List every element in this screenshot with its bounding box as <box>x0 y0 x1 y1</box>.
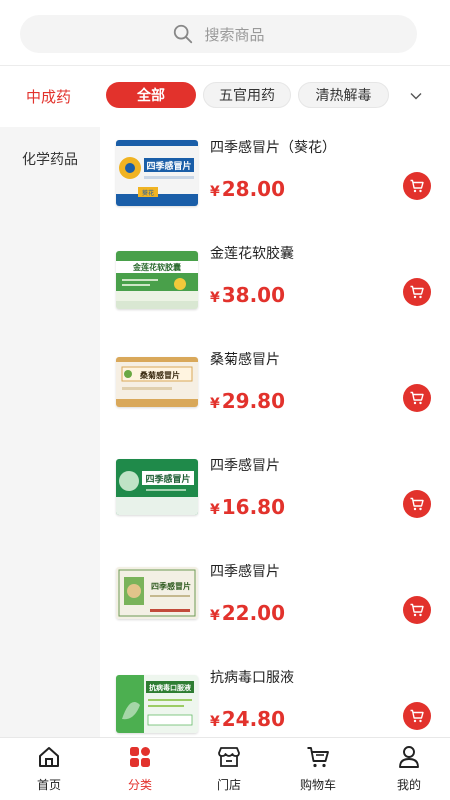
add-to-cart-button[interactable] <box>403 172 431 200</box>
cart-icon <box>410 391 424 405</box>
currency-symbol: ¥ <box>210 396 220 412</box>
product-price: ¥16.80 <box>210 495 285 519</box>
product-name: 四季感冒片（葵花） <box>210 140 336 156</box>
product-name: 四季感冒片 <box>210 564 280 580</box>
tab-profile[interactable]: 我的 <box>374 744 444 793</box>
cart-icon <box>307 747 329 768</box>
product-price: ¥24.80 <box>210 707 285 731</box>
package-label: 四季感冒片 <box>145 473 190 485</box>
cart-icon <box>410 285 424 299</box>
tab-label: 首页 <box>36 778 61 792</box>
chip-all[interactable]: 全部 <box>106 82 196 108</box>
home-icon <box>39 747 59 767</box>
cart-icon <box>410 497 424 511</box>
product-image: 金莲花软胶囊 <box>116 251 198 309</box>
product-price: ¥38.00 <box>210 283 285 307</box>
cart-icon <box>410 603 424 617</box>
sidebar-item-chemical-drugs[interactable]: 化学药品 <box>0 149 100 169</box>
category-filter-row: 中成药 全部 五官用药 清热解毒 <box>0 66 450 126</box>
price-value: 22.00 <box>221 601 286 625</box>
product-item[interactable]: 抗病毒口服液 抗病毒口服液 ¥24.80 <box>100 657 450 737</box>
category-sidebar: 化学药品 <box>0 127 100 737</box>
product-name: 金莲花软胶囊 <box>210 246 294 262</box>
current-category-label[interactable]: 中成药 <box>26 86 71 107</box>
product-item[interactable]: 桑菊感冒片 桑菊感冒片 ¥29.80 <box>100 339 450 445</box>
tab-label: 购物车 <box>299 778 336 792</box>
add-to-cart-button[interactable] <box>403 384 431 412</box>
product-item[interactable]: 四季感冒片 四季感冒片 ¥16.80 <box>100 445 450 551</box>
price-value: 24.80 <box>221 707 286 731</box>
add-to-cart-button[interactable] <box>403 490 431 518</box>
tab-category[interactable]: 分类 <box>105 744 175 793</box>
package-label: 抗病毒口服液 <box>149 683 192 692</box>
cart-icon <box>410 179 424 193</box>
product-price: ¥29.80 <box>210 389 285 413</box>
user-icon <box>399 746 419 768</box>
chip-heat-clearing[interactable]: 清热解毒 <box>298 82 389 108</box>
price-value: 29.80 <box>221 389 286 413</box>
product-name: 四季感冒片 <box>210 458 280 474</box>
package-label: 金莲花软胶囊 <box>132 262 182 272</box>
product-item[interactable]: 四季感冒片 四季感冒片 ¥22.00 <box>100 551 450 657</box>
tab-store[interactable]: 门店 <box>194 744 264 793</box>
product-item[interactable]: 四季感冒片 葵花 四季感冒片（葵花） ¥28.00 <box>100 127 450 233</box>
add-to-cart-button[interactable] <box>403 278 431 306</box>
currency-symbol: ¥ <box>210 290 220 306</box>
tab-home[interactable]: 首页 <box>14 744 84 793</box>
tab-label: 门店 <box>216 778 241 792</box>
package-label: 桑菊感冒片 <box>139 370 180 380</box>
add-to-cart-button[interactable] <box>403 702 431 730</box>
category-icon <box>130 747 150 767</box>
price-value: 38.00 <box>221 283 286 307</box>
currency-symbol: ¥ <box>210 184 220 200</box>
product-name: 抗病毒口服液 <box>210 670 294 686</box>
search-placeholder: 搜索商品 <box>204 25 265 44</box>
currency-symbol: ¥ <box>210 608 220 624</box>
tab-label: 我的 <box>396 778 421 792</box>
currency-symbol: ¥ <box>210 502 220 518</box>
product-image: 桑菊感冒片 <box>116 357 198 407</box>
product-price: ¥22.00 <box>210 601 285 625</box>
store-icon <box>218 747 240 767</box>
cart-icon <box>410 709 424 723</box>
tab-cart[interactable]: 购物车 <box>283 744 353 793</box>
product-price: ¥28.00 <box>210 177 285 201</box>
chip-ent-medicine[interactable]: 五官用药 <box>203 82 291 108</box>
add-to-cart-button[interactable] <box>403 596 431 624</box>
product-image: 抗病毒口服液 <box>116 675 198 733</box>
package-label: 四季感冒片 <box>146 160 191 172</box>
product-image: 四季感冒片 葵花 <box>116 140 198 206</box>
product-name: 桑菊感冒片 <box>210 352 280 368</box>
chevron-down-icon[interactable] <box>410 90 422 102</box>
product-item[interactable]: 金莲花软胶囊 金莲花软胶囊 ¥38.00 <box>100 233 450 339</box>
package-label: 四季感冒片 <box>151 581 191 591</box>
product-list: 四季感冒片 葵花 四季感冒片（葵花） ¥28.00 金莲花软胶囊 金莲花软胶囊 … <box>100 127 450 737</box>
price-value: 16.80 <box>221 495 286 519</box>
product-image: 四季感冒片 <box>116 459 198 515</box>
search-icon <box>174 24 193 44</box>
currency-symbol: ¥ <box>210 714 220 730</box>
price-value: 28.00 <box>221 177 286 201</box>
search-bar[interactable]: 搜索商品 <box>20 15 417 53</box>
tab-label: 分类 <box>127 778 152 792</box>
package-logo-text: 葵花 <box>142 189 154 197</box>
bottom-tab-bar: 首页 分类 门店 购物车 我的 <box>0 737 450 800</box>
product-image: 四季感冒片 <box>116 567 198 619</box>
